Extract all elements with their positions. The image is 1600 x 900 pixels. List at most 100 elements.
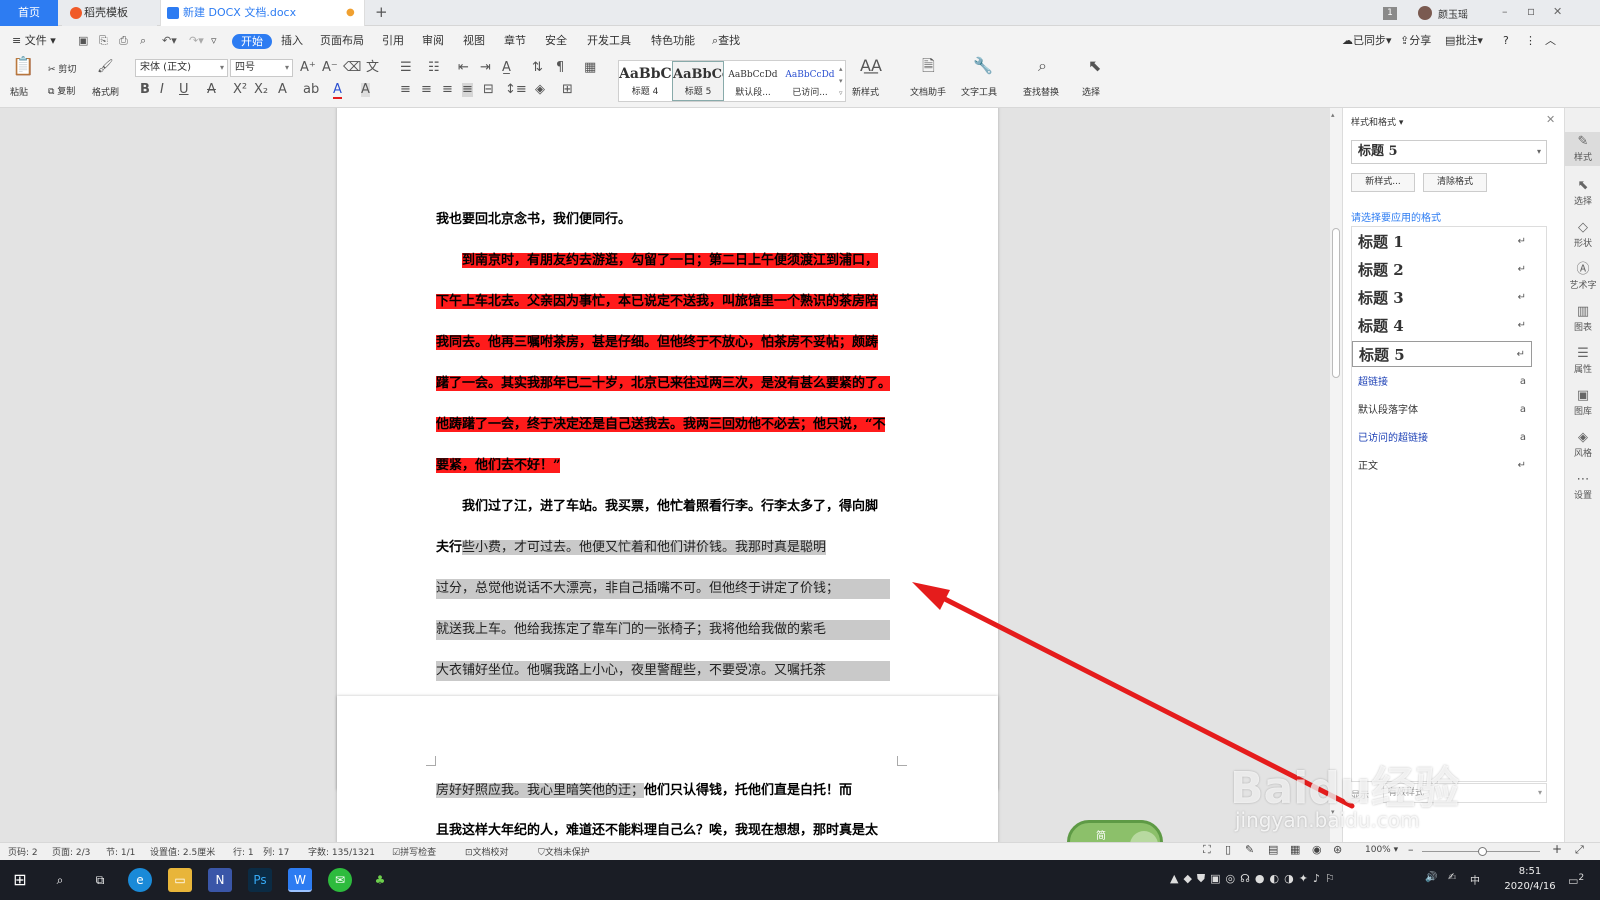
taskbar-search-icon[interactable]: ⌕ (48, 868, 72, 892)
file-explorer-icon[interactable]: ▭ (168, 868, 192, 892)
tab-document[interactable]: 新建 DOCX 文档.docx ● (160, 0, 365, 26)
undo-icon[interactable]: ↶▾ (162, 33, 177, 49)
find-replace-icon[interactable]: ⌕ (1038, 58, 1047, 74)
style-heading-5[interactable]: AaBbCc 标题 5 (672, 61, 724, 101)
grow-font-icon[interactable]: A⁺ (300, 61, 316, 75)
shading-icon[interactable]: ◈ (535, 83, 545, 97)
pane-button[interactable]: ▥ 图表 (1565, 304, 1600, 333)
find-replace-label[interactable]: 查找替换 (1023, 85, 1059, 98)
save-icon[interactable]: ▣ (78, 33, 88, 49)
decrease-indent-icon[interactable]: ⇤ (458, 61, 469, 75)
paragraph-line[interactable]: 躇了一会。其实我那年已二十岁，北京已来往过两三次，是没有甚么要紧的了。 (436, 374, 890, 394)
wechat-icon[interactable]: ✉ (328, 868, 352, 892)
redo-icon[interactable]: ↷▾ (189, 33, 204, 49)
browser-icon[interactable]: e (128, 868, 152, 892)
italic-icon[interactable]: I (160, 83, 164, 97)
panel-close-icon[interactable]: ✕ (1546, 113, 1555, 126)
read-mode-icon[interactable]: ▯ (1225, 843, 1231, 856)
pane-button[interactable]: Ⓐ 艺术字 (1565, 262, 1600, 291)
ime-indicator[interactable]: 中 (1470, 872, 1480, 887)
panel-title[interactable]: 样式和格式 ▾ (1351, 115, 1403, 128)
underline-icon[interactable]: U (179, 83, 189, 97)
table-border-icon[interactable]: ▦ (584, 61, 596, 75)
red-highlighted-text[interactable]: 他踌躇了一会，终于决定还是自己送我去。我两三回劝他不必去；他只说，“不 (436, 417, 886, 432)
text-run[interactable]: 夫行 (436, 540, 462, 555)
web-view-icon[interactable]: ▦ (1290, 843, 1300, 856)
new-style-label[interactable]: 新样式 (852, 85, 879, 98)
write-mode-icon[interactable]: ✎ (1245, 843, 1254, 856)
style-item[interactable]: 标题 3 ↵ (1352, 285, 1532, 311)
style-item[interactable]: 正文 ↵ (1352, 453, 1532, 479)
app-green-icon[interactable]: ♣ (368, 868, 392, 892)
superscript-icon[interactable]: X² (233, 83, 247, 97)
justify-icon[interactable]: ≡ (462, 83, 473, 97)
style-default-para[interactable]: AaBbCcDd 默认段... (725, 61, 781, 101)
pane-button[interactable]: ◈ 风格 (1565, 430, 1600, 459)
style-item[interactable]: 超链接 a (1352, 369, 1532, 395)
text-effect-icon[interactable]: A (278, 83, 287, 97)
char-shading-icon[interactable]: A (361, 83, 370, 97)
more-menu-icon[interactable]: ⋮ (1525, 33, 1536, 49)
tab-home[interactable]: 首页 (0, 0, 58, 26)
window-count-badge[interactable]: 1 (1383, 7, 1397, 20)
paragraph-line[interactable]: 且我这样大年纪的人，难道还不能料理自己么？唉，我现在想想，那时真是太 (436, 821, 890, 841)
copy-button[interactable]: ⧉ 复制 (48, 84, 75, 97)
menu-tab-insert[interactable]: 插入 (281, 33, 303, 49)
borders-icon[interactable]: ⊞ (562, 83, 573, 97)
text-tools-label[interactable]: 文字工具 (961, 85, 997, 98)
windows-start-icon[interactable]: ⊞ (8, 868, 32, 892)
gallery-scroll-icon[interactable]: ▴ ▾ ▿ (839, 63, 843, 99)
paragraph-line[interactable]: 就送我上车。他给我拣定了靠车门的一张椅子；我将他给我做的紫毛 (436, 620, 890, 640)
search-command[interactable]: ⌕查找 (712, 33, 740, 49)
align-center-icon[interactable]: ≡ (421, 83, 432, 97)
menu-tab-security[interactable]: 安全 (545, 33, 567, 49)
zoom-slider-thumb[interactable] (1478, 847, 1487, 856)
style-item[interactable]: 已访问的超链接 a (1352, 425, 1532, 451)
menu-tab-references[interactable]: 引用 (382, 33, 404, 49)
scroll-up-icon[interactable]: ▴ (1331, 111, 1335, 119)
shrink-font-icon[interactable]: A⁻ (322, 61, 338, 75)
user-name[interactable]: 颜玉瑶 (1438, 6, 1468, 21)
select-cursor-icon[interactable]: ⬉ (1088, 58, 1101, 74)
format-painter-icon[interactable]: 🖌 (97, 60, 114, 74)
share-button[interactable]: ⇪分享 (1400, 33, 1431, 49)
comment-button[interactable]: ▤批注▾ (1445, 33, 1483, 49)
pane-button[interactable]: ◇ 形状 (1565, 220, 1600, 249)
paragraph-line[interactable]: 我也要回北京念书，我们便同行。 (436, 210, 890, 230)
status-section[interactable]: 节: 1/1 (106, 845, 135, 858)
doc-helper-label[interactable]: 文档助手 (910, 85, 946, 98)
sort-icon[interactable]: ⇅ (532, 61, 543, 75)
subscript-icon[interactable]: X₂ (254, 83, 268, 97)
menu-tab-features[interactable]: 特色功能 (651, 33, 695, 49)
print-icon[interactable]: ⎙ (119, 33, 128, 49)
paste-label[interactable]: 粘贴 (10, 85, 28, 98)
red-highlighted-text[interactable]: 到南京时，有朋友约去游逛，勾留了一日；第二日上午便须渡江到浦口， (462, 253, 879, 268)
selected-text[interactable]: 就送我上车。他给我拣定了靠车门的一张椅子；我将他给我做的紫毛 (436, 620, 890, 640)
app-icon[interactable]: N (208, 868, 232, 892)
style-item[interactable]: 标题 2 ↵ (1352, 257, 1532, 283)
doc-helper-icon[interactable]: 🗎 (922, 58, 935, 74)
close-button[interactable]: ✕ (1553, 5, 1562, 18)
notification-center-icon[interactable]: ▭2 (1568, 872, 1584, 888)
status-pages[interactable]: 页面: 2/3 (52, 845, 90, 858)
scroll-thumb[interactable] (1332, 228, 1340, 378)
red-highlighted-text[interactable]: 下午上车北去。父亲因为事忙，本已说定不送我，叫旅馆里一个熟识的茶房陪 (436, 294, 879, 309)
print-preview-icon[interactable]: ⌕ (140, 33, 146, 49)
format-painter-label[interactable]: 格式刷 (92, 85, 119, 98)
restore-button[interactable]: ▫ (1527, 4, 1535, 18)
ime-floating-widget[interactable]: 简 中 ✿ (1067, 820, 1163, 842)
document-page-2[interactable]: 房好好照应我。我心里暗笑他的迂；他们只认得钱，托他们直是白托！而 且我这样大年纪… (337, 696, 998, 842)
sync-status[interactable]: ☁已同步▾ (1342, 33, 1392, 49)
pane-button[interactable]: ✎ 样式 (1565, 132, 1600, 166)
clear-format-button[interactable]: 清除格式 (1423, 173, 1487, 192)
file-menu[interactable]: ≡ 文件 ▾ (12, 33, 56, 49)
document-scrollbar[interactable]: ▴ ▾ (1330, 108, 1342, 842)
pen-icon[interactable]: ✍ (1448, 872, 1456, 883)
paste-icon[interactable]: 📋 (12, 58, 34, 76)
clear-format-icon[interactable]: ⌫ (343, 61, 361, 75)
selected-text[interactable]: 房好好照应我。我心里暗笑他的迂； (436, 783, 645, 798)
status-page-no[interactable]: 页码: 2 (8, 845, 38, 858)
paragraph-line[interactable]: 我们过了江，进了车站。我买票，他忙着照看行李。行李太多了，得向脚 (436, 497, 890, 517)
photoshop-icon[interactable]: Ps (248, 868, 272, 892)
tab-templates[interactable]: 稻壳模板 (62, 0, 157, 26)
